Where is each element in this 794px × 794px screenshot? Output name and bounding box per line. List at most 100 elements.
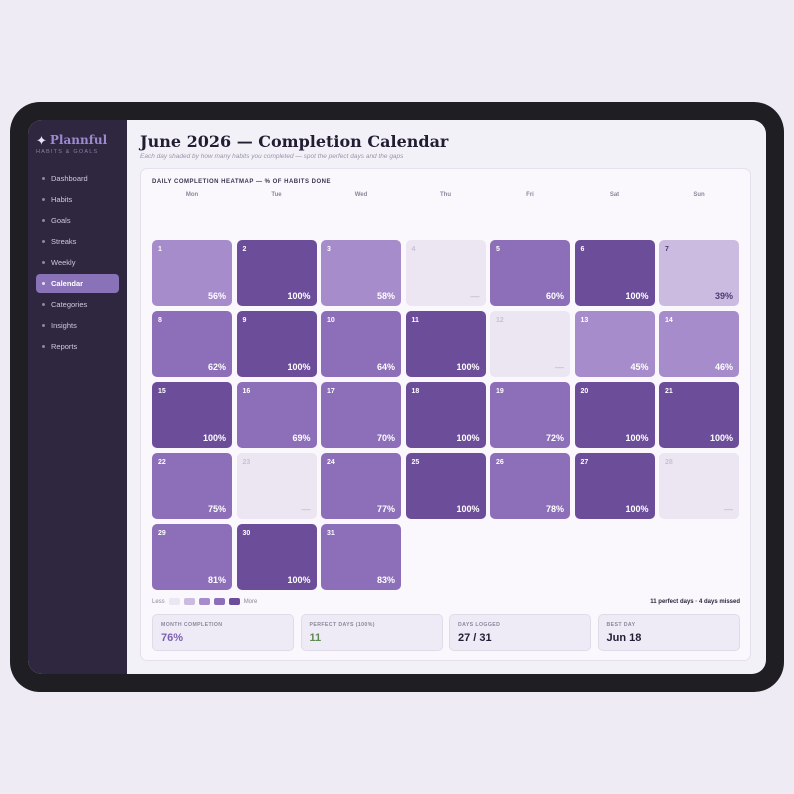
calendar-day[interactable]: 10 64%: [321, 311, 401, 377]
calendar-day[interactable]: 28 —: [659, 453, 739, 519]
day-completion: 100%: [625, 433, 649, 443]
day-number: 8: [158, 317, 162, 324]
calendar-day[interactable]: 6 100%: [574, 240, 655, 306]
calendar-day[interactable]: 24 77%: [321, 453, 401, 519]
page-title: June 2026 — Completion Calendar: [140, 132, 449, 151]
calendar-day[interactable]: 2 100%: [236, 240, 317, 306]
calendar-day[interactable]: 3 58%: [321, 240, 401, 306]
calendar-day[interactable]: 21 100%: [659, 382, 739, 448]
day-completion: 58%: [376, 291, 395, 301]
calendar-day[interactable]: 27 100%: [574, 453, 655, 519]
day-completion: 46%: [714, 362, 733, 372]
day-completion: 100%: [709, 433, 733, 443]
day-completion: —: [301, 504, 311, 514]
heatmap-title: DAILY COMPLETION HEATMAP — % OF HABITS D…: [152, 179, 331, 185]
sidebar-nav: Dashboard Habits Goals Streaks Weekly Calenda…: [36, 169, 119, 356]
day-number: 2: [242, 246, 247, 253]
weekday-label: Tue: [271, 192, 282, 198]
page-subtitle: Each day shaded by how many habits you c…: [140, 153, 404, 160]
stat-card: MONTH COMPLETION 76%: [152, 614, 294, 651]
calendar-day[interactable]: 15 100%: [152, 382, 232, 448]
calendar-day[interactable]: 5 60%: [490, 240, 570, 306]
month-summary: 11 perfect days · 4 days missed: [650, 598, 740, 605]
calendar-day[interactable]: 19 72%: [490, 382, 570, 448]
legend-swatch: [213, 598, 225, 605]
sidebar-item-goals[interactable]: Goals: [36, 211, 119, 230]
stat-label: DAYS LOGGED: [458, 622, 501, 628]
day-number: 3: [327, 246, 331, 253]
legend-swatch: [228, 598, 240, 605]
calendar-day[interactable]: 22 75%: [152, 453, 232, 519]
calendar-day[interactable]: 16 69%: [236, 382, 317, 448]
day-completion: 100%: [202, 433, 226, 443]
calendar-day[interactable]: 18 100%: [405, 382, 486, 448]
calendar-day[interactable]: 4—: [405, 240, 486, 306]
day-completion: 72%: [545, 433, 564, 443]
calendar-day[interactable]: 1 56%: [152, 240, 232, 306]
calendar-day[interactable]: 12 —: [490, 311, 570, 377]
calendar-day[interactable]: 20 100%: [574, 382, 655, 448]
day-number: 13: [580, 317, 589, 324]
day-number: 28: [665, 459, 673, 466]
calendar-day[interactable]: 14 46%: [659, 311, 739, 377]
calendar-day[interactable]: 29 81%: [152, 524, 232, 590]
day-number: 31: [327, 530, 335, 537]
logo[interactable]: ✦ Plannful: [36, 133, 119, 147]
bullet-icon: [42, 345, 45, 348]
sidebar-item-calendar[interactable]: Calendar: [36, 274, 119, 293]
calendar-day[interactable]: 17 70%: [321, 382, 401, 448]
calendar-day[interactable]: 13 45%: [574, 311, 655, 377]
app-screen: ✦ Plannful HABITS & GOALS Dashboard Habit…: [28, 120, 766, 674]
day-number: 22: [158, 459, 166, 466]
day-completion: 100%: [456, 433, 480, 443]
weekday-label: Fri: [526, 192, 534, 198]
sidebar-item-label: Dashboard: [51, 174, 88, 183]
sidebar: ✦ Plannful HABITS & GOALS Dashboard Habit…: [28, 120, 127, 674]
bullet-icon: [42, 198, 45, 201]
sidebar-item-habits[interactable]: Habits: [36, 190, 119, 209]
day-completion: 100%: [625, 291, 649, 301]
sparkle-icon: ✦: [36, 132, 47, 148]
legend-swatches: [168, 598, 240, 605]
day-number: 30: [242, 530, 251, 537]
calendar-day[interactable]: 11 100%: [405, 311, 486, 377]
calendar-day[interactable]: 30 100%: [236, 524, 317, 590]
day-number: 19: [496, 388, 504, 395]
sidebar-item-streaks[interactable]: Streaks: [36, 232, 119, 251]
day-completion: 78%: [545, 504, 564, 514]
day-completion: 100%: [625, 504, 649, 514]
heatmap-card: DAILY COMPLETION HEATMAP — % OF HABITS D…: [140, 168, 751, 661]
calendar-day[interactable]: 26 78%: [490, 453, 570, 519]
sidebar-item-label: Habits: [51, 195, 73, 204]
day-number: 15: [158, 388, 166, 395]
sidebar-item-categories[interactable]: Categories: [36, 295, 119, 314]
day-number: 29: [158, 530, 166, 537]
calendar-day[interactable]: 9 100%: [236, 311, 317, 377]
day-number: 7: [665, 246, 669, 253]
day-completion: 100%: [287, 575, 311, 585]
calendar-day[interactable]: 23 —: [236, 453, 317, 519]
day-number: 26: [496, 459, 504, 466]
stat-value: 27 / 31: [458, 632, 492, 644]
weekday-label: Sun: [693, 192, 705, 198]
sidebar-item-dashboard[interactable]: Dashboard: [36, 169, 119, 188]
stat-label: PERFECT DAYS (100%): [309, 622, 375, 628]
weekday-label: Sat: [609, 192, 620, 198]
day-completion: 81%: [207, 575, 226, 585]
day-number: 14: [665, 317, 673, 324]
calendar-day[interactable]: 25 100%: [405, 453, 486, 519]
day-completion: 39%: [714, 291, 733, 301]
calendar-day[interactable]: 7 39%: [659, 240, 739, 306]
day-completion: 83%: [376, 575, 395, 585]
sidebar-item-weekly[interactable]: Weekly: [36, 253, 119, 272]
sidebar-item-reports[interactable]: Reports: [36, 337, 119, 356]
day-completion: 56%: [207, 291, 226, 301]
day-completion: 70%: [376, 433, 395, 443]
day-number: 4: [411, 246, 416, 253]
sidebar-item-insights[interactable]: Insights: [36, 316, 119, 335]
day-number: 18: [411, 388, 420, 395]
day-number: 21: [665, 388, 673, 395]
weekday-label: Wed: [354, 192, 368, 198]
calendar-day[interactable]: 8 62%: [152, 311, 232, 377]
calendar-day[interactable]: 31 83%: [321, 524, 401, 590]
